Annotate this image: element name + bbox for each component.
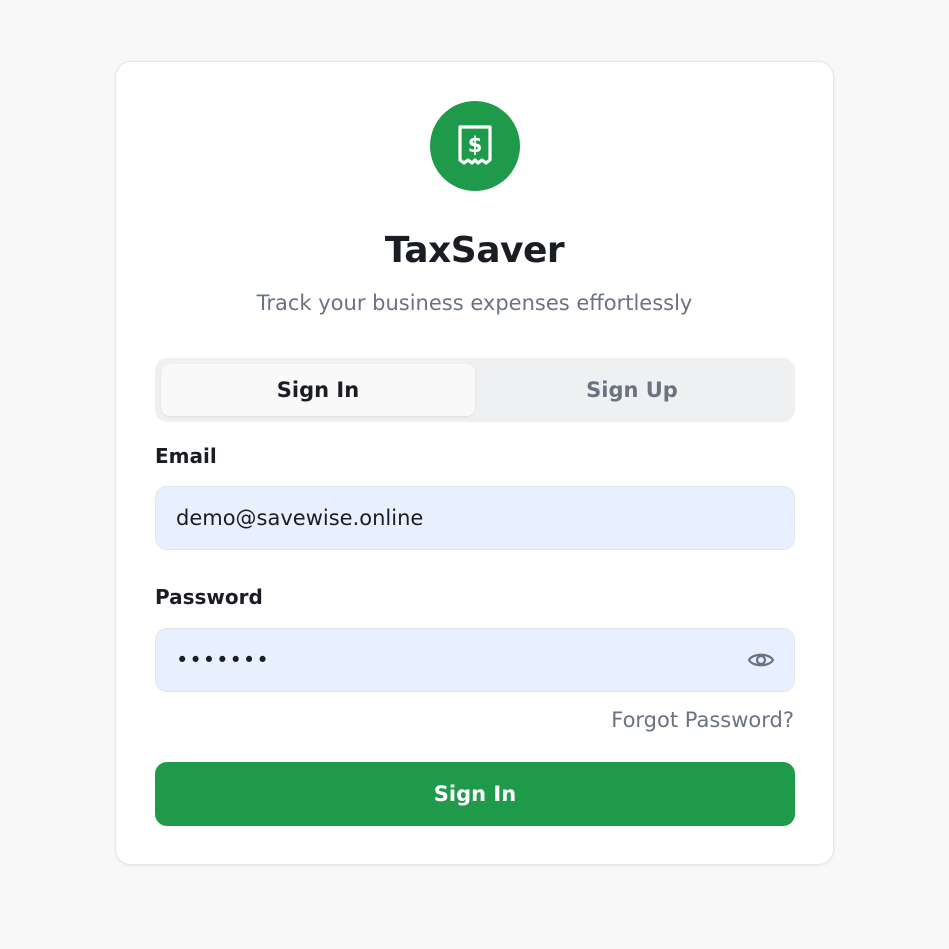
sign-in-button[interactable]: Sign In — [155, 762, 795, 826]
password-field[interactable]: ••••••• — [155, 628, 795, 692]
login-card: $ TaxSaver Track your business expenses … — [115, 61, 834, 865]
tab-sign-in[interactable]: Sign In — [161, 364, 475, 416]
app-subtitle: Track your business expenses effortlessl… — [256, 291, 693, 315]
app-logo: $ — [430, 101, 520, 191]
email-field[interactable]: demo@savewise.online — [155, 486, 795, 550]
password-label: Password — [155, 585, 263, 609]
app-title: TaxSaver — [384, 230, 565, 271]
password-value: ••••••• — [176, 648, 270, 672]
auth-tabs: Sign In Sign Up — [155, 358, 795, 422]
eye-icon[interactable] — [746, 645, 776, 675]
email-value: demo@savewise.online — [176, 506, 424, 530]
receipt-dollar-icon: $ — [458, 125, 492, 165]
forgot-password-link[interactable]: Forgot Password? — [611, 708, 794, 732]
email-label: Email — [155, 444, 217, 468]
svg-text:$: $ — [468, 133, 483, 157]
tab-sign-up[interactable]: Sign Up — [475, 364, 789, 416]
